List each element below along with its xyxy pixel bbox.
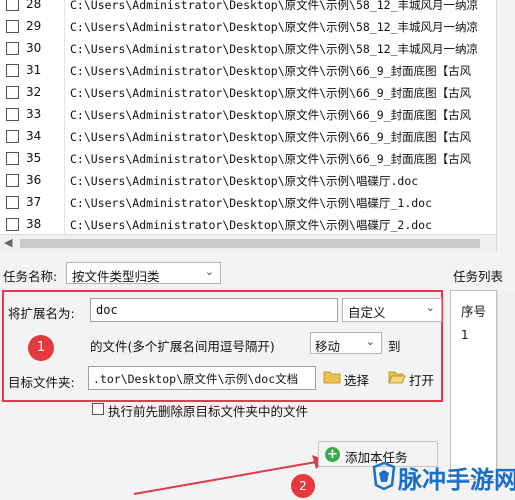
- row-number: 35: [26, 151, 42, 165]
- extension-input[interactable]: doc: [90, 298, 338, 322]
- file-row[interactable]: 36 C:\Users\Administrator\Desktop\原文件\示例…: [0, 170, 496, 192]
- row-number: 30: [26, 41, 42, 55]
- site-watermark: 脉冲手游网: [370, 458, 515, 496]
- row-checkbox[interactable]: [6, 108, 19, 121]
- extension-value: doc: [96, 303, 118, 317]
- target-folder-value: .tor\Desktop\原文件\示例\doc文档: [93, 372, 299, 386]
- row-number: 37: [26, 195, 42, 209]
- row-path: C:\Users\Administrator\Desktop\原文件\示例\66…: [70, 86, 472, 100]
- row-path: C:\Users\Administrator\Desktop\原文件\示例\唱碟…: [70, 196, 433, 210]
- file-row[interactable]: 29 C:\Users\Administrator\Desktop\原文件\示例…: [0, 16, 496, 38]
- row-checkbox[interactable]: [6, 130, 19, 143]
- action-value: 移动: [315, 339, 341, 354]
- row-checkbox[interactable]: [6, 20, 19, 33]
- row-checkbox[interactable]: [6, 0, 19, 11]
- chevron-down-icon: ⌄: [204, 265, 214, 278]
- clear-target-label: 执行前先删除原目标文件夹中的文件: [108, 404, 309, 419]
- scroll-thumb[interactable]: [20, 239, 480, 248]
- open-folder-button[interactable]: 打开: [385, 366, 440, 390]
- file-list: 28 C:\Users\Administrator\Desktop\原文件\示例…: [0, 0, 497, 234]
- horizontal-scrollbar[interactable]: ◀: [0, 234, 497, 251]
- file-row[interactable]: 33 C:\Users\Administrator\Desktop\原文件\示例…: [0, 104, 496, 126]
- mode-value: 自定义: [348, 305, 386, 320]
- task-list-panel[interactable]: 序号 1: [450, 290, 497, 480]
- watermark-text: 脉冲手游网: [398, 466, 515, 494]
- mode-select[interactable]: 自定义 ⌄: [342, 298, 442, 322]
- file-row[interactable]: 35 C:\Users\Administrator\Desktop\原文件\示例…: [0, 148, 496, 170]
- target-folder-label: 目标文件夹:: [8, 375, 75, 390]
- clear-target-checkbox[interactable]: [92, 403, 104, 415]
- open-folder-icon: [388, 371, 406, 384]
- row-path: C:\Users\Administrator\Desktop\原文件\示例\58…: [70, 42, 479, 56]
- task-name-label: 任务名称:: [3, 269, 58, 284]
- row-number: 28: [26, 0, 42, 11]
- open-button-label: 打开: [409, 373, 435, 388]
- row-checkbox[interactable]: [6, 42, 19, 55]
- row-number: 34: [26, 129, 42, 143]
- file-row[interactable]: 34 C:\Users\Administrator\Desktop\原文件\示例…: [0, 126, 496, 148]
- choose-folder-button[interactable]: 选择: [320, 366, 378, 390]
- scroll-left-icon[interactable]: ◀: [4, 236, 12, 249]
- step-badge-2: 2: [291, 474, 315, 498]
- row-checkbox[interactable]: [6, 196, 19, 209]
- step-badge-1: 1: [28, 335, 54, 361]
- task-type-value: 按文件类型归类: [72, 269, 160, 284]
- choose-button-label: 选择: [344, 373, 370, 388]
- files-description: 的文件(多个扩展名间用逗号隔开): [90, 339, 275, 354]
- row-checkbox[interactable]: [6, 174, 19, 187]
- row-checkbox[interactable]: [6, 64, 19, 77]
- row-path: C:\Users\Administrator\Desktop\原文件\示例\唱碟…: [70, 218, 433, 232]
- action-select[interactable]: 移动 ⌄: [310, 332, 382, 354]
- file-row[interactable]: 31 C:\Users\Administrator\Desktop\原文件\示例…: [0, 60, 496, 82]
- row-number: 29: [26, 19, 42, 33]
- file-row[interactable]: 30 C:\Users\Administrator\Desktop\原文件\示例…: [0, 38, 496, 60]
- to-label: 到: [388, 339, 401, 354]
- chevron-down-icon: ⌄: [365, 335, 375, 348]
- row-number: 33: [26, 107, 42, 121]
- file-row[interactable]: 37 C:\Users\Administrator\Desktop\原文件\示例…: [0, 192, 496, 214]
- extension-label: 将扩展名为:: [8, 306, 75, 321]
- row-path: C:\Users\Administrator\Desktop\原文件\示例\唱碟…: [70, 174, 419, 188]
- task-type-select[interactable]: 按文件类型归类 ⌄: [66, 262, 221, 284]
- row-checkbox[interactable]: [6, 152, 19, 165]
- file-row[interactable]: 38 C:\Users\Administrator\Desktop\原文件\示例…: [0, 214, 496, 234]
- row-path: C:\Users\Administrator\Desktop\原文件\示例\66…: [70, 108, 472, 122]
- folder-icon: [323, 371, 341, 384]
- file-row[interactable]: 32 C:\Users\Administrator\Desktop\原文件\示例…: [0, 82, 496, 104]
- row-path: C:\Users\Administrator\Desktop\原文件\示例\58…: [70, 20, 479, 34]
- row-path: C:\Users\Administrator\Desktop\原文件\示例\58…: [70, 0, 479, 12]
- chevron-down-icon: ⌄: [425, 301, 435, 314]
- row-number: 36: [26, 173, 42, 187]
- vertical-scrollbar[interactable]: [497, 290, 515, 480]
- row-path: C:\Users\Administrator\Desktop\原文件\示例\66…: [70, 152, 472, 166]
- target-folder-input[interactable]: .tor\Desktop\原文件\示例\doc文档: [88, 366, 316, 390]
- row-number: 32: [26, 85, 42, 99]
- task-list-header-seq: 序号: [461, 304, 487, 319]
- plus-icon: +: [325, 447, 340, 462]
- row-number: 31: [26, 63, 42, 77]
- row-checkbox[interactable]: [6, 86, 19, 99]
- watermark-logo-icon: [372, 461, 396, 491]
- row-number: 38: [26, 217, 42, 231]
- row-checkbox[interactable]: [6, 218, 19, 231]
- row-path: C:\Users\Administrator\Desktop\原文件\示例\66…: [70, 130, 472, 144]
- task-list-label: 任务列表: [453, 269, 504, 284]
- file-row[interactable]: 28 C:\Users\Administrator\Desktop\原文件\示例…: [0, 0, 496, 16]
- task-list-row[interactable]: 1: [461, 328, 469, 342]
- row-path: C:\Users\Administrator\Desktop\原文件\示例\66…: [70, 64, 472, 78]
